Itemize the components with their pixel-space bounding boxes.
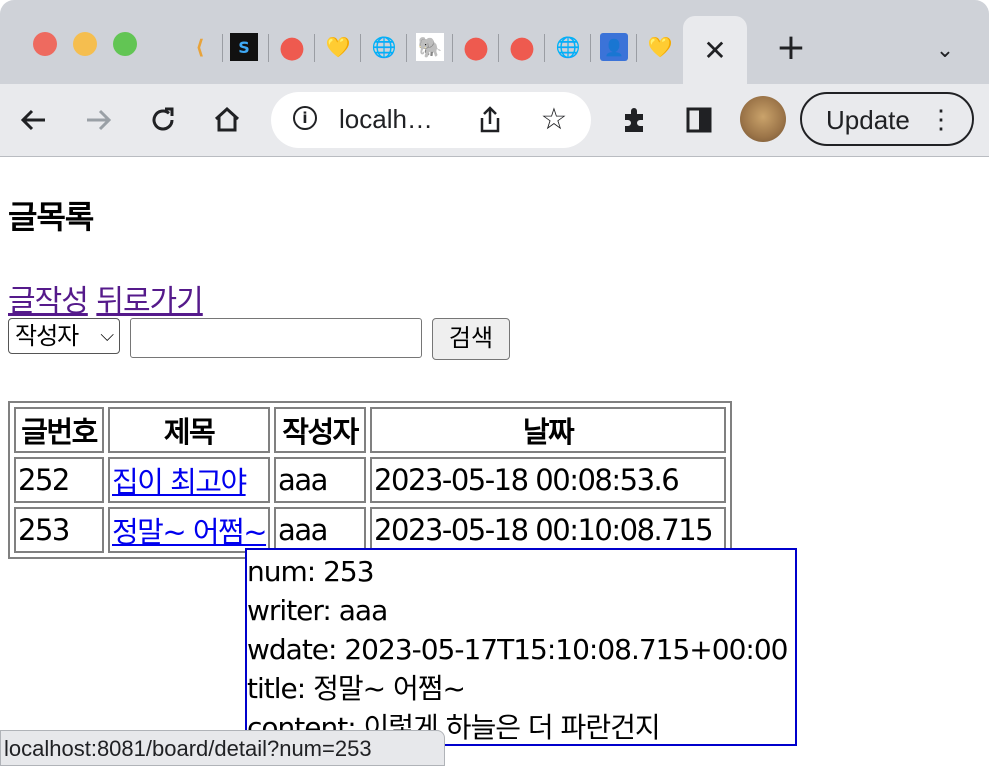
search-button[interactable]: 검색 <box>432 318 510 360</box>
tab-separator <box>314 34 315 62</box>
home-button[interactable] <box>207 100 247 140</box>
tab-separator <box>590 34 591 62</box>
go-back-link[interactable]: 뒤로가기 <box>96 284 203 319</box>
contact-icon[interactable]: 👤 <box>600 33 628 61</box>
column-header: 날짜 <box>370 407 727 453</box>
tooltip-num: num: 253 <box>247 555 375 588</box>
arrow-right-icon <box>87 109 112 131</box>
post-number: 252 <box>14 457 104 503</box>
post-number: 253 <box>14 507 104 553</box>
coupang-icon[interactable]: ● <box>278 30 306 65</box>
post-title-link[interactable]: 정말~ 어쩜~ <box>112 515 268 549</box>
elephant-icon[interactable]: 🐘 <box>416 33 444 61</box>
post-date: 2023-05-18 00:10:08.715 <box>370 507 727 553</box>
tab-separator <box>452 34 453 62</box>
heart-icon[interactable]: 💛 <box>646 33 674 61</box>
tab-separator <box>498 34 499 62</box>
post-title-cell: 집이 최고야 <box>108 457 271 503</box>
new-tab-button[interactable]: + <box>772 28 810 68</box>
bookmark-star-icon[interactable]: ☆ <box>536 102 572 138</box>
tab-separator <box>268 34 269 62</box>
window-close-button[interactable] <box>33 32 57 56</box>
search-type-select[interactable]: 작성자 ⌵ <box>8 318 120 354</box>
tab-separator <box>222 34 223 62</box>
search-type-value: 작성자 <box>15 322 79 350</box>
column-header: 작성자 <box>274 407 367 453</box>
home-icon <box>214 106 240 132</box>
forward-button[interactable] <box>78 100 118 140</box>
update-button[interactable]: Update ⋮ <box>800 92 974 146</box>
heart-icon[interactable]: 💛 <box>324 33 352 61</box>
shell-icon[interactable]: S <box>230 33 258 61</box>
status-bar-url: localhost:8081/board/detail?num=253 <box>0 730 445 766</box>
tab-separator <box>360 34 361 62</box>
write-post-link[interactable]: 글작성 <box>8 284 89 319</box>
post-writer: aaa <box>274 457 367 503</box>
chevron-down-icon: ⌵ <box>100 325 114 346</box>
search-input[interactable] <box>130 318 422 358</box>
tab-separator <box>636 34 637 62</box>
globe-icon[interactable]: 🌐 <box>554 33 582 61</box>
address-bar[interactable]: i localh… ☆ <box>271 92 591 148</box>
post-title-cell: 정말~ 어쩜~ <box>108 507 271 553</box>
action-links: 글작성 뒤로가기 <box>8 276 204 320</box>
extensions-button[interactable] <box>615 100 655 140</box>
table-row: 252 집이 최고야 aaa 2023-05-18 00:08:53.6 <box>14 457 727 503</box>
tab-strip: ⟨ S ● 💛 🌐 🐘 ● ● 🌐 👤 💛 ✕ + ⌄ <box>0 0 989 84</box>
tab-separator <box>544 34 545 62</box>
post-date: 2023-05-18 00:08:53.6 <box>370 457 727 503</box>
window-maximize-button[interactable] <box>113 32 137 56</box>
coupang-icon[interactable]: ● <box>462 30 490 65</box>
more-menu-icon[interactable]: ⋮ <box>928 104 954 135</box>
browser-toolbar: i localh… ☆ Update ⋮ <box>0 84 989 157</box>
reload-button[interactable] <box>143 100 183 140</box>
profile-avatar[interactable] <box>740 96 786 142</box>
post-list-table: 글번호 제목 작성자 날짜 252 집이 최고야 aaa 2023-05-18 … <box>8 401 733 559</box>
share-icon[interactable] <box>476 106 504 134</box>
table-header-row: 글번호 제목 작성자 날짜 <box>14 407 727 453</box>
tooltip-title: title: 정말~ 어쩜~ <box>247 672 466 705</box>
window-minimize-button[interactable] <box>73 32 97 56</box>
tab-search-button[interactable]: ⌄ <box>930 36 960 66</box>
url-text[interactable]: localh… <box>339 104 433 135</box>
globe-icon[interactable]: 🌐 <box>370 33 398 61</box>
close-tab-icon[interactable]: ✕ <box>703 34 726 67</box>
side-panel-icon <box>686 107 712 133</box>
post-title-link[interactable]: 집이 최고야 <box>112 465 247 499</box>
column-header: 글번호 <box>14 407 104 453</box>
tab-separator <box>406 34 407 62</box>
page-title: 글목록 <box>8 198 94 236</box>
column-header: 제목 <box>108 407 271 453</box>
back-button[interactable] <box>14 100 54 140</box>
arrow-left-icon <box>20 109 45 131</box>
site-info-icon[interactable]: i <box>293 106 317 130</box>
tooltip-wdate: wdate: 2023-05-17T15:10:08.715+00:00 <box>247 633 788 666</box>
tooltip-writer: writer: aaa <box>247 594 388 627</box>
update-label: Update <box>826 105 910 135</box>
post-preview-tooltip: num: 253 writer: aaa wdate: 2023-05-17T1… <box>245 548 797 746</box>
reload-icon <box>152 107 174 131</box>
active-tab[interactable]: ✕ <box>683 16 747 84</box>
side-panel-button[interactable] <box>679 100 719 140</box>
coupang-icon[interactable]: ● <box>508 30 536 65</box>
leetcode-icon[interactable]: ⟨ <box>186 33 214 61</box>
post-writer: aaa <box>274 507 367 553</box>
table-row: 253 정말~ 어쩜~ aaa 2023-05-18 00:10:08.715 <box>14 507 727 553</box>
puzzle-icon <box>625 108 643 132</box>
